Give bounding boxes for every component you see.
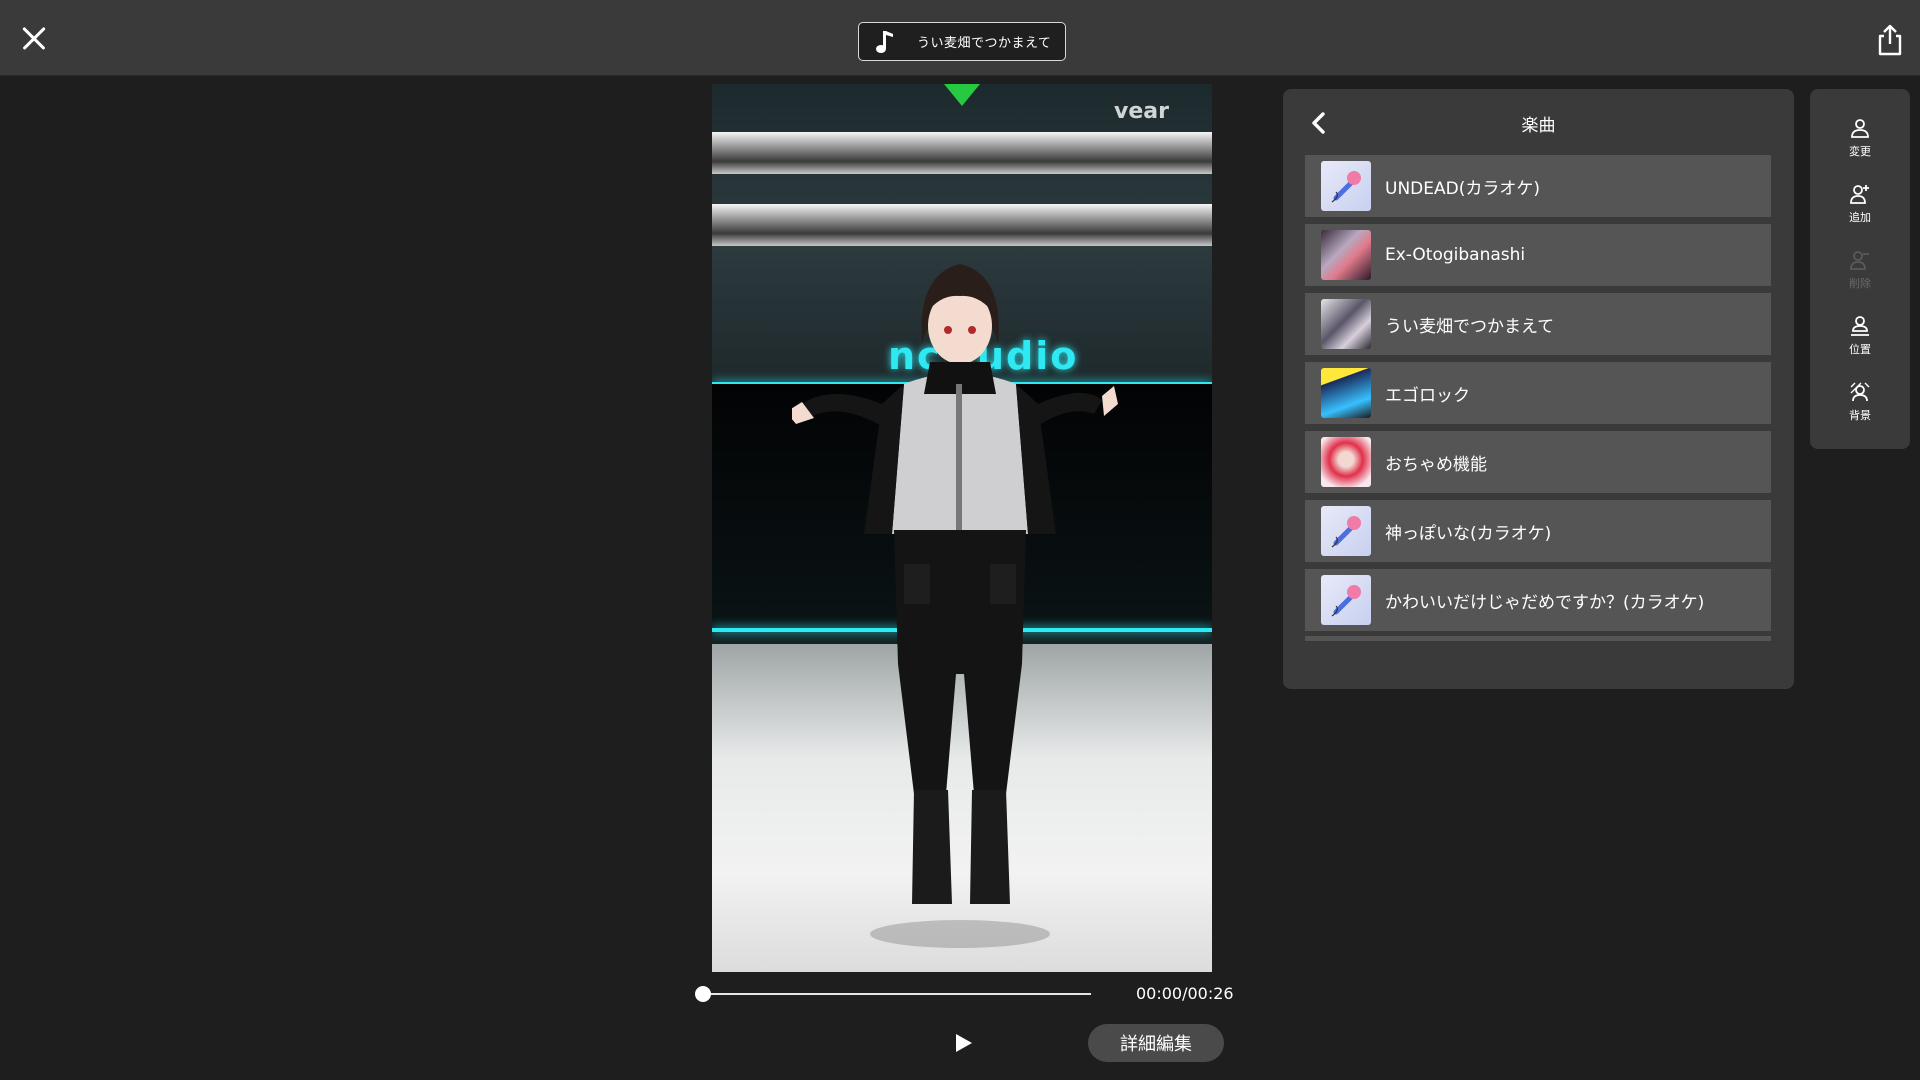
album-art <box>1321 230 1371 280</box>
tool-label: 追加 <box>1849 211 1871 224</box>
detail-edit-button[interactable]: 詳細編集 <box>1088 1024 1224 1062</box>
side-toolbar: 変更 追加 削除 位置 背景 <box>1810 89 1910 449</box>
song-name: かわいいだけじゃだめですか？(カラオケ) <box>1385 592 1705 613</box>
person-add-icon <box>1850 185 1869 204</box>
scrubber-track[interactable] <box>703 993 1091 995</box>
svg-text:vear: vear <box>1114 99 1169 124</box>
timecode: 00:00/00:26 <box>1136 984 1234 1003</box>
album-art <box>1321 368 1371 418</box>
close-button[interactable] <box>14 18 54 58</box>
person-position-icon <box>1851 316 1869 336</box>
background-button[interactable]: 背景 <box>1810 381 1910 435</box>
tool-label: 背景 <box>1849 409 1871 422</box>
avatar-character <box>792 264 1118 948</box>
microphone-icon <box>1321 161 1371 211</box>
watermark-logo: vear <box>1114 99 1169 124</box>
position-marker-icon <box>944 84 980 106</box>
song-item[interactable]: エゴロック <box>1305 362 1771 424</box>
current-song-label: うい麦畑でつかまえて <box>917 36 1052 51</box>
person-remove-icon <box>1850 251 1869 270</box>
position-button[interactable]: 位置 <box>1810 315 1910 369</box>
album-art <box>1321 437 1371 487</box>
change-avatar-button[interactable]: 変更 <box>1810 117 1910 171</box>
list-scroll-edge <box>1305 636 1771 641</box>
song-name: うい麦畑でつかまえて <box>1385 316 1555 337</box>
delete-avatar-button[interactable]: 削除 <box>1810 249 1910 303</box>
play-icon[interactable] <box>950 1032 976 1054</box>
microphone-icon <box>1321 575 1371 625</box>
share-icon[interactable] <box>1872 22 1908 58</box>
song-item[interactable]: おちゃめ機能 <box>1305 431 1771 493</box>
song-item[interactable]: うい麦畑でつかまえて <box>1305 293 1771 355</box>
tool-label: 削除 <box>1849 277 1871 290</box>
microphone-icon <box>1321 506 1371 556</box>
song-name: おちゃめ機能 <box>1385 454 1487 475</box>
top-bar: うい麦畑でつかまえて <box>0 0 1920 76</box>
person-icon <box>1851 119 1869 138</box>
album-art <box>1321 299 1371 349</box>
tool-label: 位置 <box>1849 343 1871 356</box>
add-avatar-button[interactable]: 追加 <box>1810 183 1910 237</box>
background-icon <box>1850 382 1870 402</box>
song-name: Ex-Otogibanashi <box>1385 245 1526 265</box>
panel-title: 楽曲 <box>1521 116 1556 136</box>
tool-label: 変更 <box>1849 145 1871 158</box>
song-item[interactable]: UNDEAD(カラオケ) <box>1305 155 1771 217</box>
scrubber-handle[interactable] <box>695 986 711 1002</box>
playback-scrubber[interactable] <box>695 986 1091 1002</box>
pipe <box>712 132 1212 174</box>
avatar-preview[interactable]: nc tudio vear <box>712 84 1212 972</box>
song-name: UNDEAD(カラオケ) <box>1385 178 1540 199</box>
song-name: 神っぽいな(カラオケ) <box>1385 523 1552 544</box>
song-item[interactable]: Ex-Otogibanashi <box>1305 224 1771 286</box>
music-note-icon <box>876 30 893 53</box>
song-name: エゴロック <box>1385 385 1470 406</box>
song-item[interactable]: 神っぽいな(カラオケ) <box>1305 500 1771 562</box>
current-song-button[interactable]: うい麦畑でつかまえて <box>858 22 1066 61</box>
song-list: UNDEAD(カラオケ) Ex-Otogibanashi うい麦畑でつかまえて … <box>1305 155 1771 641</box>
song-panel: 楽曲 UNDEAD(カラオケ) Ex-Otogibanashi うい麦畑でつかま… <box>1283 89 1794 689</box>
song-item[interactable]: かわいいだけじゃだめですか？(カラオケ) <box>1305 569 1771 631</box>
